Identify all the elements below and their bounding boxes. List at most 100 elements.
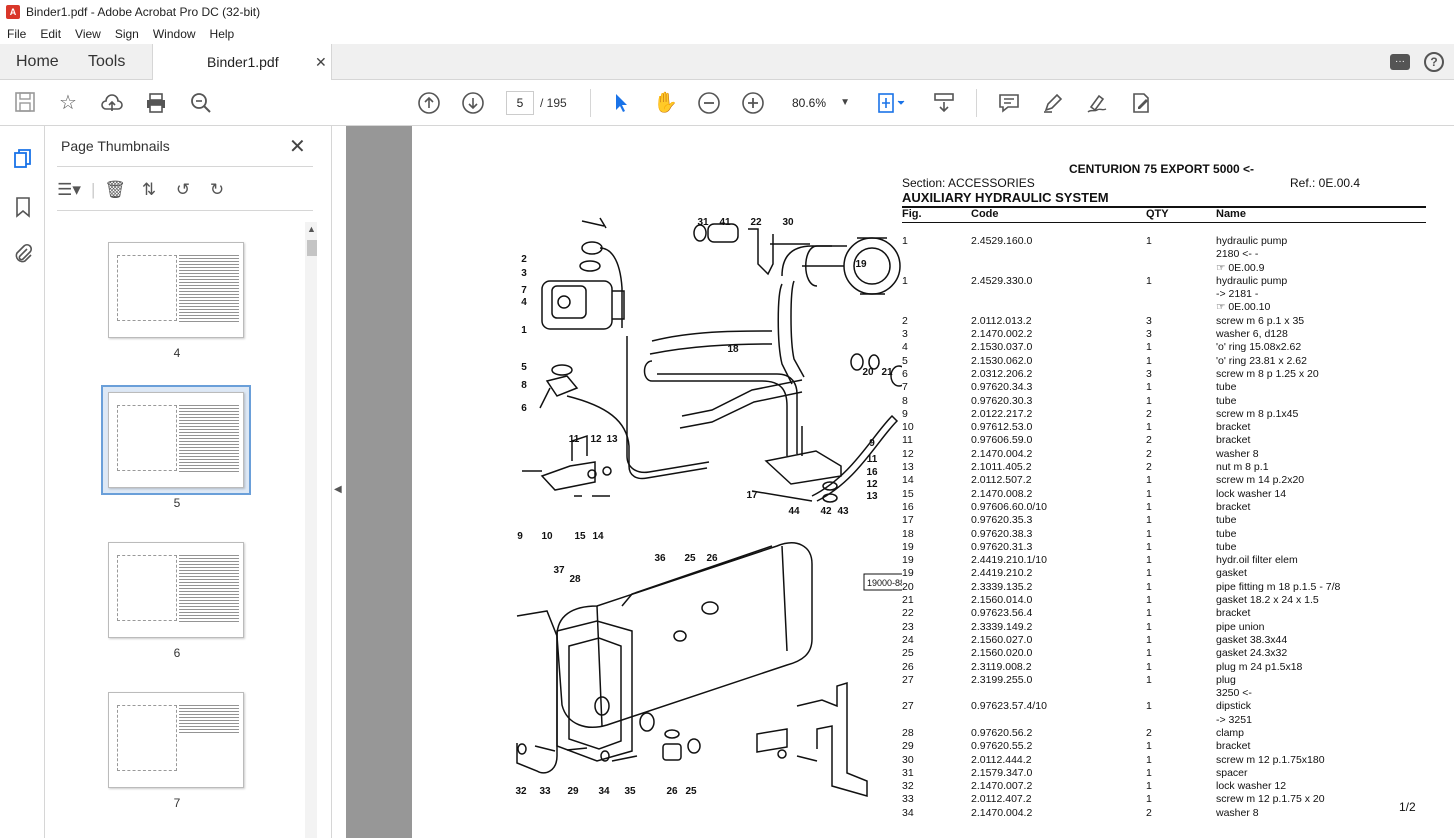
menu-file[interactable]: File bbox=[0, 27, 33, 41]
parts-table-row: 17 0.97620.35.3 1 tube bbox=[902, 514, 1426, 527]
name-cell: screw m 12 p.1.75x180 bbox=[1216, 753, 1325, 766]
rotate-right-icon[interactable]: ↻ bbox=[205, 180, 229, 200]
diagram-callout: 34 bbox=[598, 786, 610, 797]
comment-icon[interactable] bbox=[997, 91, 1021, 115]
page-thumbnail-4[interactable] bbox=[108, 242, 244, 338]
print-icon[interactable] bbox=[144, 91, 168, 115]
insert-page-icon[interactable]: ⇅ bbox=[137, 180, 161, 200]
name-cell: bracket bbox=[1216, 434, 1251, 447]
trash-icon[interactable]: 🗑 bbox=[103, 180, 127, 200]
highlight-pen-icon[interactable] bbox=[1041, 91, 1065, 115]
page-thumbnails-icon[interactable] bbox=[12, 148, 34, 170]
qty-cell: 1 bbox=[1146, 527, 1152, 540]
options-menu-icon[interactable]: ☰▾ bbox=[57, 180, 81, 200]
parts-table-row: 1 2.4529.160.0 1 hydraulic pump bbox=[902, 235, 1426, 248]
thumbnail-page-number: 6 bbox=[173, 646, 181, 660]
menu-sign[interactable]: Sign bbox=[108, 27, 146, 41]
help-icon[interactable]: ? bbox=[1424, 52, 1444, 72]
qty-cell: 2 bbox=[1146, 806, 1152, 819]
collapse-panel-icon[interactable]: ◀ bbox=[334, 484, 342, 495]
upload-cloud-icon[interactable] bbox=[100, 91, 124, 115]
tab-home[interactable]: Home bbox=[16, 44, 59, 80]
zoom-out-icon[interactable] bbox=[697, 91, 721, 115]
page-number-input[interactable]: 5 bbox=[506, 91, 534, 115]
qty-cell: 3 bbox=[1146, 367, 1152, 380]
code-cell: 2.1560.027.0 bbox=[971, 633, 1033, 646]
rotate-left-icon[interactable]: ↺ bbox=[171, 180, 195, 200]
document-viewport[interactable]: 3141223023741586191820212324911161213271… bbox=[346, 126, 1454, 838]
zoom-search-icon[interactable] bbox=[189, 91, 213, 115]
next-page-icon[interactable] bbox=[461, 91, 485, 115]
parts-table-row: -> 2181 - bbox=[902, 288, 1426, 301]
name-cell: tube bbox=[1216, 540, 1237, 553]
diagram-callout: 9 bbox=[869, 438, 875, 449]
previous-page-icon[interactable] bbox=[417, 91, 441, 115]
panel-splitter[interactable]: ◀ bbox=[331, 126, 346, 838]
draw-sign-icon[interactable] bbox=[1085, 91, 1109, 115]
code-cell: 2.1579.347.0 bbox=[971, 766, 1033, 779]
close-panel-icon[interactable]: ✕ bbox=[289, 134, 306, 159]
fig-cell: 13 bbox=[902, 461, 914, 474]
fig-cell: 6 bbox=[902, 367, 908, 380]
parts-table-row: 18 0.97620.38.3 1 tube bbox=[902, 528, 1426, 541]
parts-table-row: 32 2.1470.007.2 1 lock washer 12 bbox=[902, 780, 1426, 793]
zoom-in-icon[interactable] bbox=[741, 91, 765, 115]
scrollbar-thumb[interactable] bbox=[307, 240, 317, 256]
diagram-callout: 32 bbox=[515, 786, 527, 797]
parts-table-row: 26 2.3119.008.2 1 plug m 24 p1.5x18 bbox=[902, 661, 1426, 674]
qty-cell: 1 bbox=[1146, 235, 1152, 247]
zoom-level-value: 80.6% bbox=[792, 96, 827, 110]
diagram-callout: 29 bbox=[567, 786, 579, 797]
fig-cell: 19 bbox=[902, 554, 914, 567]
qty-cell: 1 bbox=[1146, 580, 1152, 593]
fig-cell: 12 bbox=[902, 447, 914, 460]
hand-pan-icon[interactable]: ✋ bbox=[653, 91, 678, 115]
save-icon[interactable] bbox=[13, 91, 37, 115]
fig-cell: 18 bbox=[902, 527, 914, 540]
parts-table-row: 2180 <- - bbox=[902, 248, 1426, 261]
bookmark-icon[interactable] bbox=[12, 196, 34, 218]
zoom-level-dropdown[interactable]: 80.6% ▼ bbox=[786, 91, 858, 115]
fig-cell: 15 bbox=[902, 487, 914, 500]
window-title: Binder1.pdf - Adobe Acrobat Pro DC (32-b… bbox=[26, 5, 261, 19]
page-thumbnail-5[interactable] bbox=[108, 392, 244, 488]
fig-cell: 30 bbox=[902, 753, 914, 766]
qty-cell: 1 bbox=[1146, 766, 1152, 779]
tab-tools[interactable]: Tools bbox=[88, 44, 125, 80]
qty-cell: 1 bbox=[1146, 740, 1152, 753]
diagram-callout: 8 bbox=[521, 380, 527, 391]
name-cell: screw m 14 p.2x20 bbox=[1216, 474, 1305, 487]
name-cell: pipe fitting m 18 p.1.5 - 7/8 bbox=[1216, 580, 1341, 593]
parts-table-row: 13 2.1011.405.2 2 nut m 8 p.1 bbox=[902, 461, 1426, 474]
menu-edit[interactable]: Edit bbox=[33, 27, 68, 41]
qty-cell: 1 bbox=[1146, 660, 1152, 673]
star-bookmark-icon[interactable]: ☆ bbox=[56, 91, 80, 115]
close-tab-icon[interactable]: ✕ bbox=[315, 44, 327, 80]
name-cell: tube bbox=[1216, 394, 1237, 407]
thumbnail-scrollbar[interactable]: ▲ bbox=[305, 222, 317, 838]
column-header-name: Name bbox=[1216, 208, 1246, 220]
qty-cell: 1 bbox=[1146, 554, 1152, 567]
qty-cell: 1 bbox=[1146, 394, 1152, 407]
menu-help[interactable]: Help bbox=[203, 27, 242, 41]
fit-page-icon[interactable] bbox=[876, 91, 905, 115]
code-cell: 2.3119.008.2 bbox=[971, 660, 1032, 673]
select-cursor-icon[interactable] bbox=[609, 91, 633, 115]
attachment-paperclip-icon[interactable] bbox=[12, 242, 34, 264]
tab-document[interactable]: Binder1.pdf ✕ bbox=[152, 44, 332, 81]
page-thumbnail-7[interactable] bbox=[108, 692, 244, 788]
name-cell: bracket bbox=[1216, 607, 1251, 620]
scroll-mode-icon[interactable] bbox=[932, 91, 956, 115]
name-cell: pipe union bbox=[1216, 620, 1265, 633]
menu-view[interactable]: View bbox=[68, 27, 108, 41]
scroll-up-icon[interactable]: ▲ bbox=[307, 224, 316, 234]
qty-cell: 1 bbox=[1146, 474, 1152, 487]
page-thumbnail-6[interactable] bbox=[108, 542, 244, 638]
parts-table-row: 33 2.0112.407.2 1 screw m 12 p.1.75 x 20 bbox=[902, 793, 1426, 806]
edit-document-icon[interactable] bbox=[1129, 91, 1153, 115]
code-cell: 2.4529.160.0 bbox=[971, 235, 1033, 247]
menu-window[interactable]: Window bbox=[146, 27, 203, 41]
fig-cell: 14 bbox=[902, 474, 914, 487]
comment-bubble-icon[interactable]: ··· bbox=[1390, 54, 1410, 70]
document-heading: AUXILIARY HYDRAULIC SYSTEM bbox=[902, 190, 1109, 205]
